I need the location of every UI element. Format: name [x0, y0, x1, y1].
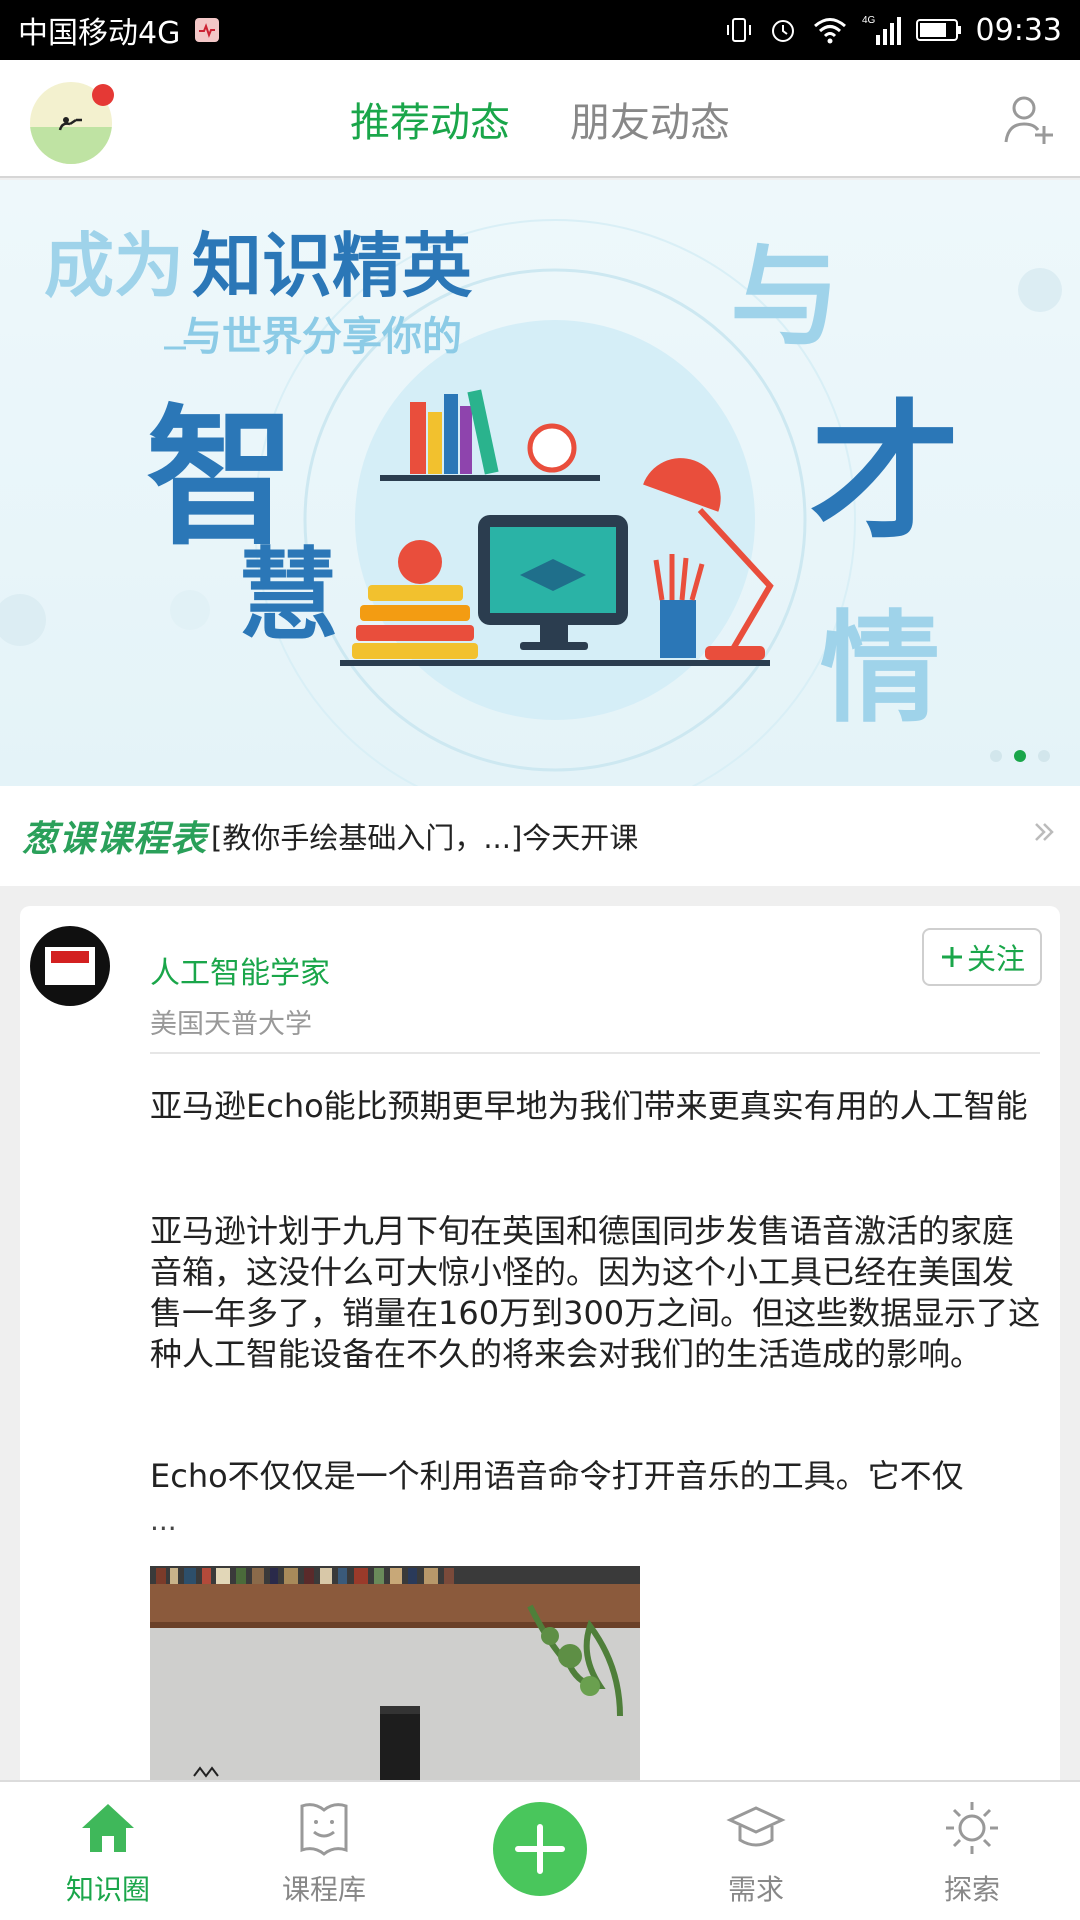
carrier-label: 中国移动4G	[18, 16, 181, 51]
post-paragraph-2: Echo不仅仅是一个利用语音命令打开音乐的工具。它不仅	[150, 1457, 964, 1495]
top-header: 推荐动态 朋友动态	[0, 60, 1080, 178]
tab-recommended[interactable]: 推荐动态	[350, 90, 510, 148]
nav-item-course-library[interactable]: 课程库	[216, 1782, 432, 1920]
sun-icon	[940, 1796, 1004, 1860]
author-org: 美国天普大学	[150, 1009, 312, 1040]
alarm-icon	[768, 15, 798, 45]
app-root: 中国移动4G 4G 09:33 推荐动态 朋友动态 成为 知识精英 与世界分享你…	[0, 0, 1080, 1920]
promo-banner[interactable]: 成为 知识精英 与世界分享你的 智 慧 与 才 情	[0, 180, 1080, 786]
nav-item-demand[interactable]: 需求	[648, 1782, 864, 1920]
follow-label: 关注	[966, 942, 1025, 976]
banner-char-cai: 才	[810, 387, 960, 561]
banner-dot[interactable]	[1038, 750, 1050, 762]
author-logo	[45, 947, 95, 985]
banner-pager	[990, 750, 1050, 762]
nav-item-knowledge-circle[interactable]: 知识圈	[0, 1782, 216, 1920]
status-left: 中国移动4G	[18, 8, 220, 52]
banner-subline: 与世界分享你的	[182, 314, 462, 360]
nav-item-explore[interactable]: 探索	[864, 1782, 1080, 1920]
add-user-icon	[1004, 96, 1053, 144]
follow-button[interactable]: 关注	[922, 928, 1042, 986]
chevron-right-icon	[1032, 818, 1056, 854]
card-divider	[150, 1052, 1040, 1054]
home-icon	[76, 1796, 140, 1860]
book-icon	[292, 1796, 356, 1860]
wifi-icon	[812, 15, 848, 45]
nav-label: 需求	[727, 1873, 784, 1906]
nav-label: 探索	[943, 1873, 1000, 1906]
battery-icon	[915, 17, 962, 43]
avatar-figure-icon	[58, 117, 82, 131]
network-type-label: 4G	[862, 15, 876, 26]
course-schedule-bar[interactable]: 葱课课程表 [教你手绘基础入门，...]今天开课	[0, 786, 1080, 886]
vibrate-icon	[724, 15, 754, 45]
banner-dot-active[interactable]	[1014, 750, 1026, 762]
clock-label: 09:33	[975, 12, 1062, 48]
banner-char-qing: 情	[820, 600, 940, 739]
banner-char-hui: 慧	[238, 537, 338, 654]
health-app-icon	[194, 17, 220, 43]
banner-headline-a: 成为	[44, 225, 184, 307]
plus-icon	[941, 947, 962, 967]
graduation-cap-icon	[724, 1796, 788, 1860]
post-card[interactable]: 人工智能学家 美国天普大学 关注 亚马逊Echo能比预期更早地为我们带来更真实有…	[20, 906, 1060, 1920]
author-avatar[interactable]	[30, 926, 110, 1006]
post-paragraph: 亚马逊计划于九月下旬在英国和德国同步发售语音激活的家庭音箱，这没什么可大惊小怪的…	[150, 1212, 1041, 1373]
banner-char-yu: 与	[730, 233, 840, 361]
schedule-title: 葱课课程表	[22, 819, 208, 860]
schedule-text: [教你手绘基础入门，...]今天开课	[211, 821, 639, 855]
plus-icon	[515, 1824, 565, 1874]
notification-badge	[92, 84, 114, 106]
create-post-button[interactable]	[493, 1802, 587, 1896]
banner-headline-b: 知识精英	[192, 225, 473, 307]
add-friend-button[interactable]	[1000, 90, 1060, 150]
status-right: 4G 09:33	[724, 13, 1062, 48]
post-title[interactable]: 亚马逊Echo能比预期更早地为我们带来更真实有用的人工智能	[150, 1086, 1040, 1127]
status-bar: 中国移动4G 4G 09:33	[0, 0, 1080, 60]
nav-label: 课程库	[281, 1873, 366, 1906]
author-name[interactable]: 人工智能学家	[150, 948, 330, 992]
banner-illustration: 成为 知识精英 与世界分享你的 智 慧 与 才 情	[0, 219, 1062, 786]
post-ellipsis: ...	[150, 1504, 177, 1537]
feed-tabs: 推荐动态 朋友动态	[0, 60, 1080, 178]
banner-dot[interactable]	[990, 750, 1002, 762]
tab-friends[interactable]: 朋友动态	[570, 90, 730, 148]
signal-icon: 4G	[862, 13, 902, 47]
nav-label: 知识圈	[65, 1873, 150, 1906]
